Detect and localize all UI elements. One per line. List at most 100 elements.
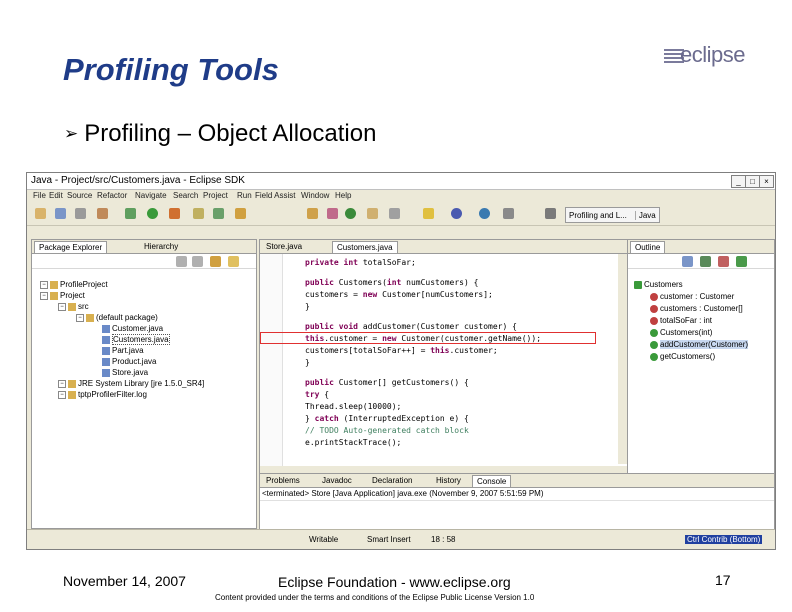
hide-static-icon[interactable] [718, 256, 729, 267]
back-icon[interactable] [503, 208, 514, 219]
outline-item[interactable]: Customers [634, 280, 683, 289]
new-icon[interactable] [35, 208, 46, 219]
outline-item[interactable]: customers : Customer[] [650, 304, 743, 313]
expand-toggle-icon[interactable]: − [58, 379, 66, 388]
hide-nonpublic-icon[interactable] [736, 256, 747, 267]
code-line[interactable]: Thread.sleep(10000); [305, 402, 401, 411]
explorer-item[interactable]: Customers.java [94, 334, 170, 345]
tab-hierarchy[interactable]: Hierarchy [140, 241, 182, 252]
open-type-icon[interactable] [235, 208, 246, 219]
next-annotation-icon[interactable] [451, 208, 462, 219]
menu-file[interactable]: File [33, 191, 46, 200]
outline-item[interactable]: Customers(int) [650, 328, 712, 337]
expand-toggle-icon[interactable]: − [58, 390, 66, 399]
explorer-item[interactable]: − Project [40, 291, 85, 300]
explorer-item[interactable]: Product.java [94, 357, 156, 366]
tab-problems[interactable]: Problems [262, 475, 304, 486]
expand-toggle-icon[interactable]: − [40, 280, 48, 289]
menu-field-assist[interactable]: Field Assist [255, 191, 295, 200]
outline-item[interactable]: customer : Customer [650, 292, 734, 301]
tab-outline[interactable]: Outline [630, 241, 666, 253]
expand-toggle-icon[interactable] [94, 359, 100, 365]
code-line[interactable]: e.printStackTrace(); [305, 438, 401, 447]
minimize-button[interactable]: _ [731, 175, 746, 188]
code-line[interactable]: } catch (InterruptedException e) { [305, 414, 469, 423]
outline-item[interactable]: addCustomer(Customer) [650, 340, 749, 349]
build-icon[interactable] [97, 208, 108, 219]
highlight-icon[interactable] [423, 208, 434, 219]
pin-icon[interactable] [389, 208, 400, 219]
explorer-item[interactable]: Customer.java [94, 324, 163, 333]
code-line[interactable]: public void addCustomer(Customer custome… [305, 322, 517, 331]
code-line[interactable]: customers[totalSoFar++] = this.customer; [305, 346, 498, 355]
expand-toggle-icon[interactable] [94, 337, 100, 343]
open-task-icon[interactable] [327, 208, 338, 219]
sort-icon[interactable] [682, 256, 693, 267]
code-line[interactable]: customers = new Customer[numCustomers]; [305, 290, 493, 299]
explorer-item[interactable]: − src [58, 302, 89, 311]
explorer-item[interactable]: Part.java [94, 346, 144, 355]
code-line[interactable]: public Customer[] getCustomers() { [305, 378, 469, 387]
explorer-item-label: Customer.java [112, 324, 164, 333]
close-button[interactable]: × [759, 175, 774, 188]
expand-toggle-icon[interactable]: − [40, 291, 48, 300]
tab-console[interactable]: Console [472, 475, 512, 487]
forward-nav-icon[interactable] [192, 256, 203, 267]
outline-item[interactable]: totalSoFar : int [650, 316, 712, 325]
code-line[interactable]: } [305, 358, 310, 367]
tab-history[interactable]: History [432, 475, 465, 486]
menu-edit[interactable]: Edit [49, 191, 63, 200]
code-line[interactable]: try { [305, 390, 329, 399]
print-icon[interactable] [75, 208, 86, 219]
menu-window[interactable]: Window [301, 191, 329, 200]
expand-toggle-icon[interactable]: − [58, 302, 66, 311]
menu-navigate[interactable]: Navigate [135, 191, 167, 200]
main-toolbar: Profiling and L... Java [27, 203, 775, 226]
explorer-item[interactable]: − ProfileProject [40, 280, 108, 289]
expand-toggle-icon[interactable]: − [76, 313, 84, 322]
explorer-item[interactable]: − tptpProfilerFilter.log [58, 390, 147, 399]
tab-customers-java[interactable]: Customers.java [332, 241, 398, 253]
explorer-item[interactable]: − JRE System Library [jre 1.5.0_SR4] [58, 379, 204, 388]
run-icon[interactable] [147, 208, 158, 219]
outline-item[interactable]: getCustomers() [650, 352, 715, 361]
menu-project[interactable]: Project [203, 191, 228, 200]
save-icon[interactable] [55, 208, 66, 219]
tab-declaration[interactable]: Declaration [368, 475, 416, 486]
search-icon[interactable] [307, 208, 318, 219]
menu-source[interactable]: Source [67, 191, 92, 200]
java-file-icon [102, 346, 110, 355]
new-java-project-icon[interactable] [193, 208, 204, 219]
menu-refactor[interactable]: Refactor [97, 191, 127, 200]
perspective-profiling[interactable]: Profiling and L... [569, 211, 627, 220]
code-line[interactable]: } [305, 302, 310, 311]
link-editor-icon[interactable] [228, 256, 239, 267]
debug-icon[interactable] [125, 208, 136, 219]
maximize-button[interactable]: □ [745, 175, 760, 188]
coverage-icon[interactable] [345, 208, 356, 219]
tab-store-java[interactable]: Store.java [262, 241, 306, 252]
globe-icon[interactable] [479, 208, 490, 219]
logo-text: eclipse [680, 42, 745, 67]
explorer-item[interactable]: Store.java [94, 368, 148, 377]
new-package-icon[interactable] [213, 208, 224, 219]
expand-toggle-icon[interactable] [94, 370, 100, 376]
menu-run[interactable]: Run [237, 191, 252, 200]
open-perspective-icon[interactable] [545, 208, 556, 219]
perspective-java[interactable]: Java [634, 210, 656, 220]
tab-package-explorer[interactable]: Package Explorer [34, 241, 108, 253]
explorer-item[interactable]: − (default package) [76, 313, 158, 322]
menu-help[interactable]: Help [335, 191, 351, 200]
expand-toggle-icon[interactable] [94, 348, 100, 354]
profile-icon[interactable] [169, 208, 180, 219]
menu-search[interactable]: Search [173, 191, 198, 200]
tab-javadoc[interactable]: Javadoc [318, 475, 356, 486]
toggle-mark-icon[interactable] [367, 208, 378, 219]
collapse-all-icon[interactable] [210, 256, 221, 267]
code-line[interactable]: // TODO Auto-generated catch block [305, 426, 469, 435]
code-line[interactable]: private int totalSoFar; [305, 258, 416, 267]
code-line[interactable]: public Customers(int numCustomers) { [305, 278, 478, 287]
expand-toggle-icon[interactable] [94, 326, 100, 332]
hide-fields-icon[interactable] [700, 256, 711, 267]
back-nav-icon[interactable] [176, 256, 187, 267]
